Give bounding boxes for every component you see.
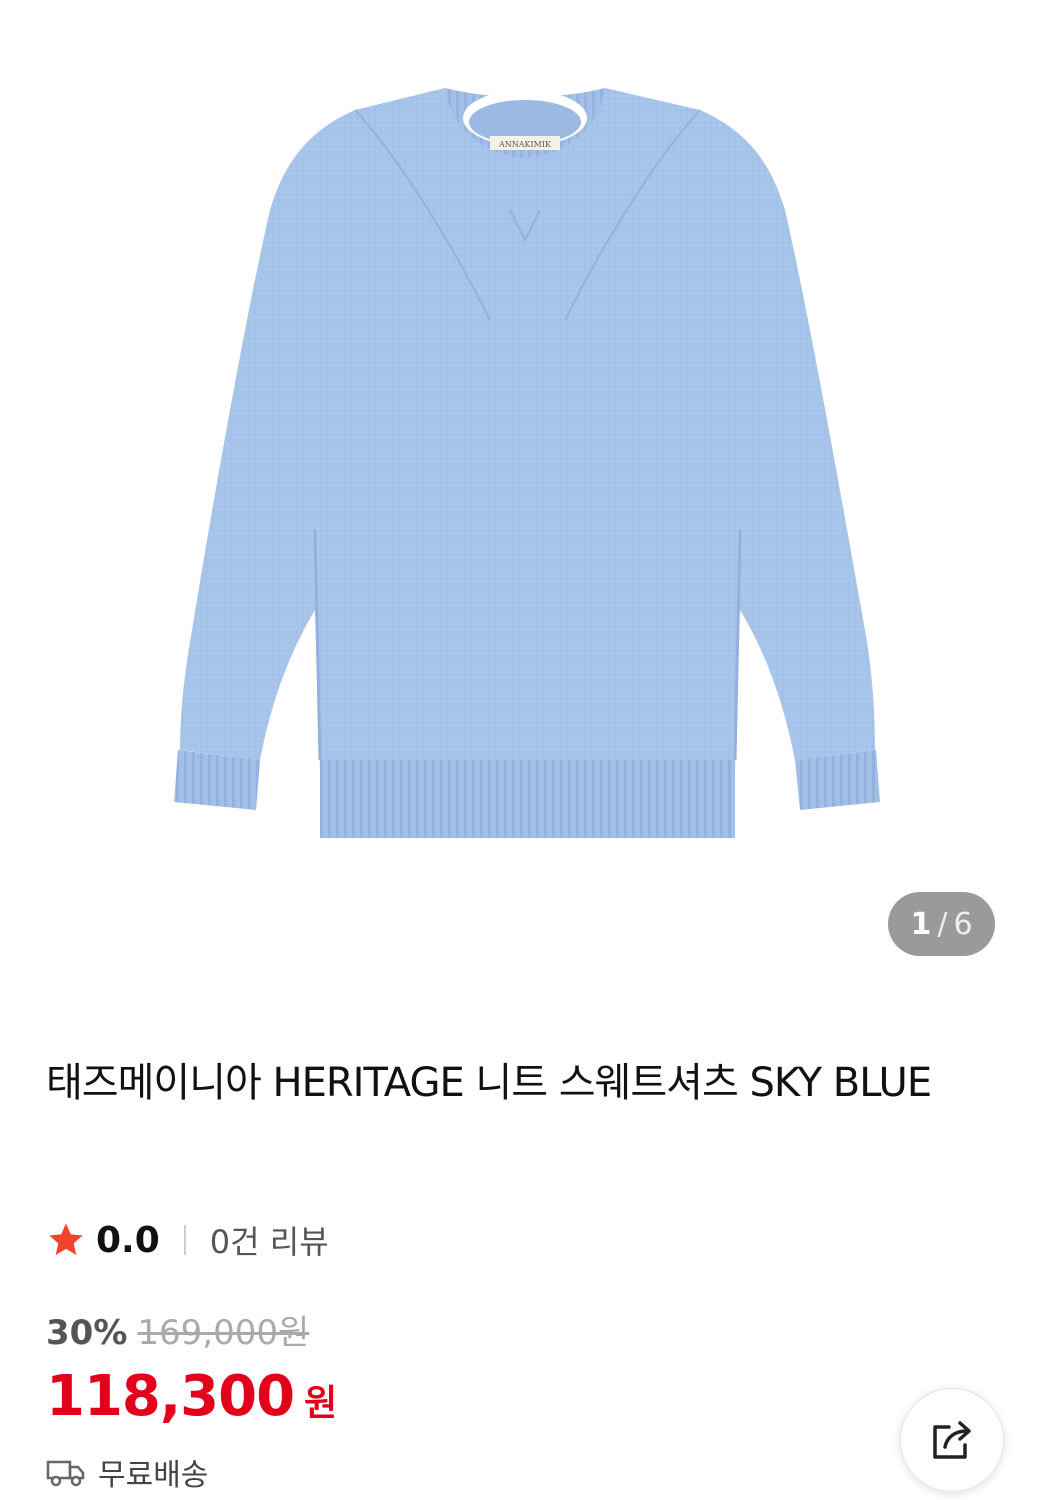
sale-line: 118,300 원 xyxy=(46,1364,337,1429)
shipping-label: 무료배송 xyxy=(98,1458,209,1493)
discount-line: 30% 169,000원 xyxy=(46,1305,337,1354)
shipping-info: 무료배송 xyxy=(46,1450,208,1494)
original-price: 169,000원 xyxy=(137,1313,310,1353)
truck-icon xyxy=(46,1460,85,1487)
garment-label-text: ANNAKIMIK xyxy=(498,140,552,149)
image-page-counter: 1 / 6 xyxy=(888,892,995,956)
discount-rate: 30% xyxy=(46,1313,128,1353)
sweater-product-photo: ANNAKIMIK xyxy=(174,88,880,838)
current-image-number: 1 xyxy=(910,906,932,942)
rating-divider xyxy=(183,1225,186,1255)
sale-currency: 원 xyxy=(304,1383,338,1424)
rating-value: 0.0 xyxy=(96,1219,160,1261)
star-icon xyxy=(49,1223,83,1255)
product-title: 태즈메이니아 HERITAGE 니트 스웨트셔츠 SKY BLUE xyxy=(46,1060,932,1106)
share-icon xyxy=(933,1421,971,1459)
review-count-link[interactable]: 0건 리뷰 xyxy=(210,1217,329,1263)
counter-separator: / xyxy=(937,906,948,942)
price-block: 30% 169,000원 118,300 원 xyxy=(46,1305,337,1429)
product-image-gallery[interactable]: ANNAKIMIK 1 / 6 xyxy=(0,0,1039,985)
total-image-count: 6 xyxy=(953,906,973,942)
rating-summary[interactable]: 0.0 0건 리뷰 xyxy=(46,1216,329,1264)
sale-price: 118,300 xyxy=(46,1364,295,1429)
share-button[interactable] xyxy=(900,1388,1004,1492)
